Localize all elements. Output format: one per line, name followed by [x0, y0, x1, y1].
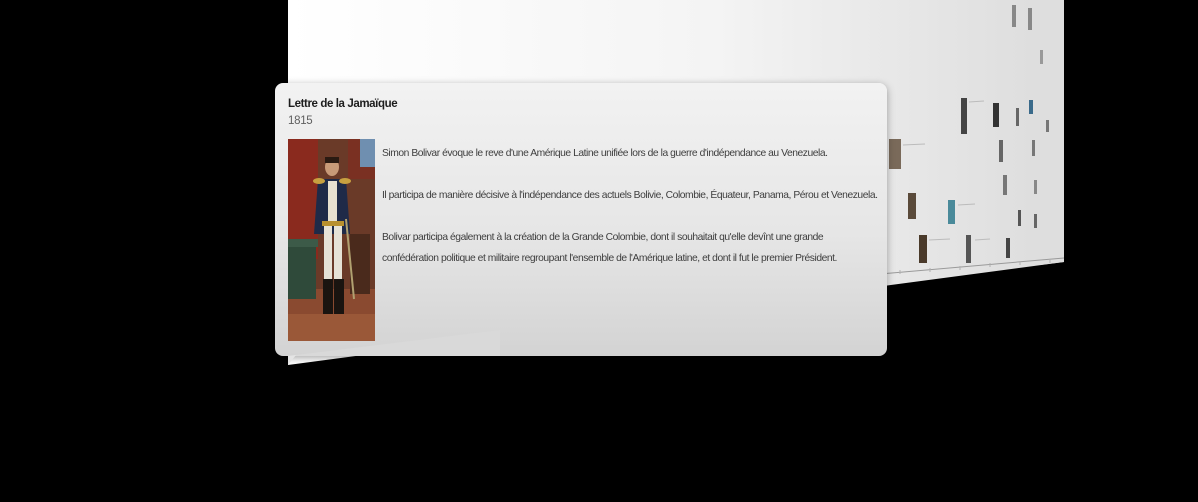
timeline-3d-view: Lettre de la Jamaïque 1815 Simon Bolivar… [0, 0, 1198, 502]
portrait-image [288, 139, 375, 341]
event-paragraph-2: Il participa de manière décisive à l'ind… [382, 190, 878, 201]
event-year: 1815 [288, 115, 313, 127]
event-title: Lettre de la Jamaïque [288, 98, 398, 110]
event-paragraph-3: Bolivar participa également à la créatio… [382, 232, 837, 264]
event-detail-card[interactable]: Lettre de la Jamaïque 1815 Simon Bolivar… [275, 83, 887, 356]
event-description: Simon Bolivar évoque le reve d'une Améri… [382, 143, 878, 290]
event-paragraph-1: Simon Bolivar évoque le reve d'une Améri… [382, 148, 828, 159]
